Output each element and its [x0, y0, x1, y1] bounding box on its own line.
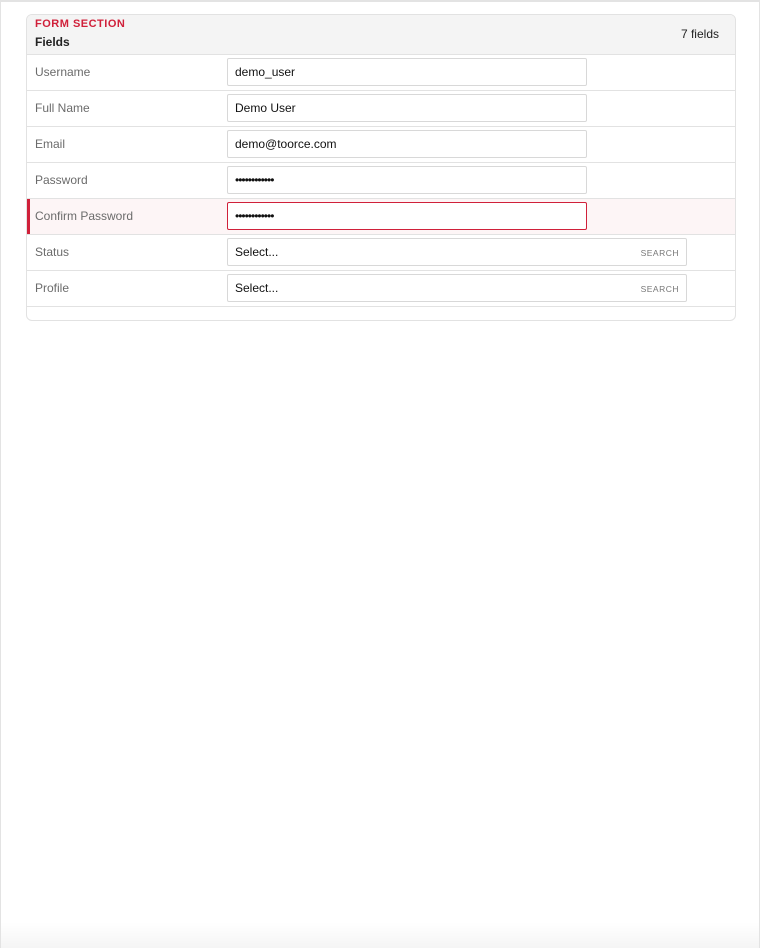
field-label-profile: Profile: [35, 281, 70, 295]
field-count: 7 fields: [680, 27, 719, 41]
page-frame: FORM SECTION Fields 7 fields Username Fu…: [0, 0, 760, 948]
field-row-full-name: Full Name: [27, 91, 735, 127]
email-input[interactable]: [227, 130, 587, 158]
card-header: FORM SECTION Fields 7 fields: [27, 15, 735, 55]
field-label-password: Password: [35, 173, 88, 187]
profile-select[interactable]: Select... SEARCH: [227, 274, 687, 302]
confirm-password-input[interactable]: ••••••••••••: [227, 202, 587, 230]
profile-select-value: Select...: [235, 281, 279, 295]
field-row-profile: Profile Select... SEARCH: [27, 271, 735, 307]
status-select[interactable]: Select... SEARCH: [227, 238, 687, 266]
full-name-input[interactable]: [227, 94, 587, 122]
field-row-status: Status Select... SEARCH: [27, 235, 735, 271]
form-card: FORM SECTION Fields 7 fields Username Fu…: [26, 14, 736, 321]
field-label-username: Username: [35, 65, 91, 79]
field-row-username: Username: [27, 55, 735, 91]
field-label-full-name: Full Name: [35, 101, 90, 115]
field-label-email: Email: [35, 137, 66, 151]
password-input[interactable]: ••••••••••••: [227, 166, 587, 194]
status-search-button[interactable]: SEARCH: [641, 248, 679, 258]
profile-search-button[interactable]: SEARCH: [641, 284, 679, 294]
section-title: Fields: [35, 35, 70, 49]
field-row-email: Email: [27, 127, 735, 163]
field-row-confirm-password: Confirm Password ••••••••••••: [27, 199, 735, 235]
field-row-password: Password ••••••••••••: [27, 163, 735, 199]
section-label: FORM SECTION: [35, 18, 126, 30]
field-label-status: Status: [35, 245, 70, 259]
field-label-confirm-password: Confirm Password: [35, 209, 134, 223]
username-input[interactable]: [227, 58, 587, 86]
status-select-value: Select...: [235, 245, 279, 259]
